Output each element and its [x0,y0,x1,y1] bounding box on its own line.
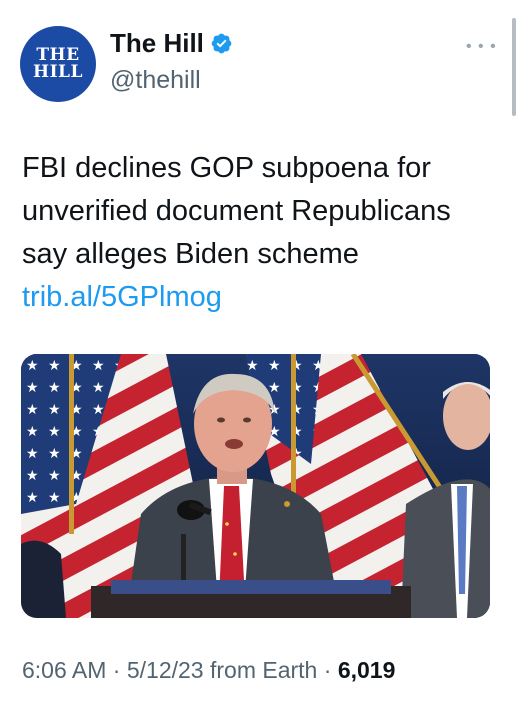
display-name[interactable]: The Hill [110,28,204,59]
tweet-card[interactable]: THE HILL The Hill @thehill • • • FBI dec… [0,0,519,707]
scrollbar[interactable] [512,18,516,116]
meta-separator: · [317,657,338,683]
tweet-time[interactable]: 6:06 AM [22,657,106,683]
meta-separator: · [106,657,127,683]
press-conference-photo: ★ [21,354,490,618]
tweet-date[interactable]: 5/12/23 [127,657,204,683]
user-handle[interactable]: @thehill [110,66,201,95]
tweet-body: FBI declines GOP subpoena for unverified… [22,152,451,270]
tweet-source: from Earth [203,657,318,683]
avatar[interactable]: THE HILL [20,26,96,102]
view-count: 6,019 [337,657,396,683]
tweet-media-photo[interactable]: ★ [21,354,490,618]
avatar-logo-text: THE HILL [33,45,83,82]
tweet-link[interactable]: trib.al/5GPlmog [22,281,222,313]
name-row: The Hill [110,28,233,59]
tweet-meta: 6:06 AM · 5/12/23 from Earth · 6,019 [22,657,395,684]
verified-badge-icon [210,32,233,55]
more-options-icon[interactable]: • • • [466,38,497,56]
tweet-text: FBI declines GOP subpoena for unverified… [22,147,492,319]
